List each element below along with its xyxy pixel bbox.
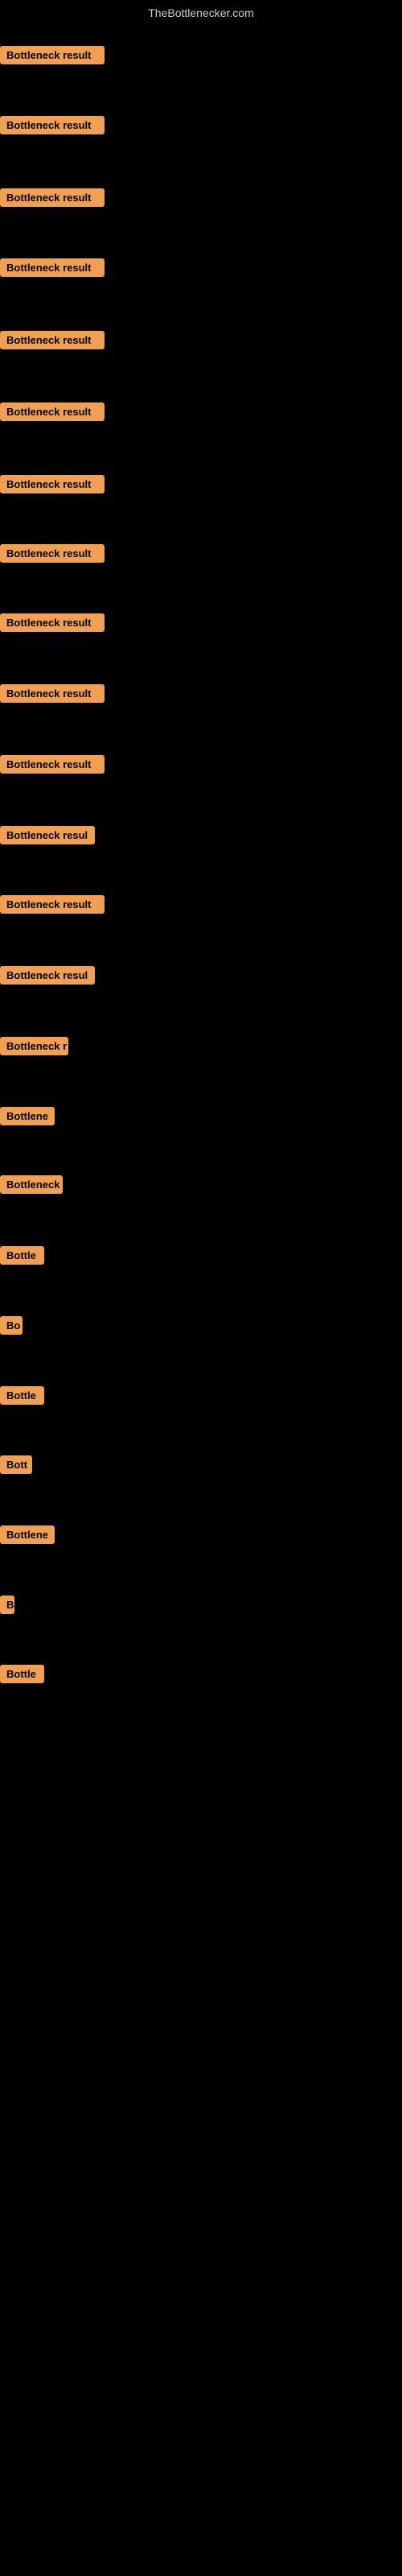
bottleneck-badge-14[interactable]: Bottleneck resul (0, 966, 95, 985)
bottleneck-badge-20[interactable]: Bottle (0, 1386, 44, 1405)
bottleneck-row-16: Bottlene (0, 1107, 55, 1129)
bottleneck-row-14: Bottleneck resul (0, 966, 95, 989)
bottleneck-row-22: Bottlene (0, 1525, 55, 1548)
bottleneck-badge-13[interactable]: Bottleneck result (0, 895, 105, 914)
bottleneck-row-2: Bottleneck result (0, 116, 105, 138)
bottleneck-badge-8[interactable]: Bottleneck result (0, 544, 105, 563)
bottleneck-badge-15[interactable]: Bottleneck r (0, 1037, 68, 1055)
bottleneck-row-6: Bottleneck result (0, 402, 105, 425)
bottleneck-badge-19[interactable]: Bo (0, 1316, 23, 1335)
bottleneck-row-17: Bottleneck (0, 1175, 63, 1198)
bottleneck-row-15: Bottleneck r (0, 1037, 68, 1059)
bottleneck-row-21: Bott (0, 1455, 32, 1478)
bottleneck-badge-9[interactable]: Bottleneck result (0, 613, 105, 632)
bottleneck-row-11: Bottleneck result (0, 755, 105, 778)
bottleneck-row-18: Bottle (0, 1246, 44, 1269)
site-title: TheBottlenecker.com (0, 0, 402, 26)
bottleneck-badge-6[interactable]: Bottleneck result (0, 402, 105, 421)
bottleneck-row-9: Bottleneck result (0, 613, 105, 636)
bottleneck-badge-24[interactable]: Bottle (0, 1665, 44, 1683)
bottleneck-row-1: Bottleneck result (0, 46, 105, 68)
bottleneck-row-3: Bottleneck result (0, 188, 105, 211)
bottleneck-badge-2[interactable]: Bottleneck result (0, 116, 105, 134)
bottleneck-row-12: Bottleneck resul (0, 826, 95, 848)
bottleneck-row-4: Bottleneck result (0, 258, 105, 281)
bottleneck-row-20: Bottle (0, 1386, 44, 1409)
bottleneck-badge-16[interactable]: Bottlene (0, 1107, 55, 1125)
bottleneck-badge-1[interactable]: Bottleneck result (0, 46, 105, 64)
bottleneck-badge-10[interactable]: Bottleneck result (0, 684, 105, 703)
bottleneck-badge-4[interactable]: Bottleneck result (0, 258, 105, 277)
bottleneck-row-5: Bottleneck result (0, 331, 105, 353)
bottleneck-row-13: Bottleneck result (0, 895, 105, 918)
bottleneck-row-8: Bottleneck result (0, 544, 105, 567)
bottleneck-badge-12[interactable]: Bottleneck resul (0, 826, 95, 844)
bottleneck-badge-22[interactable]: Bottlene (0, 1525, 55, 1544)
bottleneck-row-10: Bottleneck result (0, 684, 105, 707)
bottleneck-badge-21[interactable]: Bott (0, 1455, 32, 1474)
bottleneck-badge-11[interactable]: Bottleneck result (0, 755, 105, 774)
bottleneck-row-24: Bottle (0, 1665, 44, 1687)
bottleneck-row-23: B (0, 1596, 14, 1618)
bottleneck-badge-18[interactable]: Bottle (0, 1246, 44, 1265)
bottleneck-badge-7[interactable]: Bottleneck result (0, 475, 105, 493)
bottleneck-badge-23[interactable]: B (0, 1596, 14, 1614)
bottleneck-badge-3[interactable]: Bottleneck result (0, 188, 105, 207)
bottleneck-row-7: Bottleneck result (0, 475, 105, 497)
bottleneck-badge-5[interactable]: Bottleneck result (0, 331, 105, 349)
bottleneck-badge-17[interactable]: Bottleneck (0, 1175, 63, 1194)
bottleneck-row-19: Bo (0, 1316, 23, 1339)
